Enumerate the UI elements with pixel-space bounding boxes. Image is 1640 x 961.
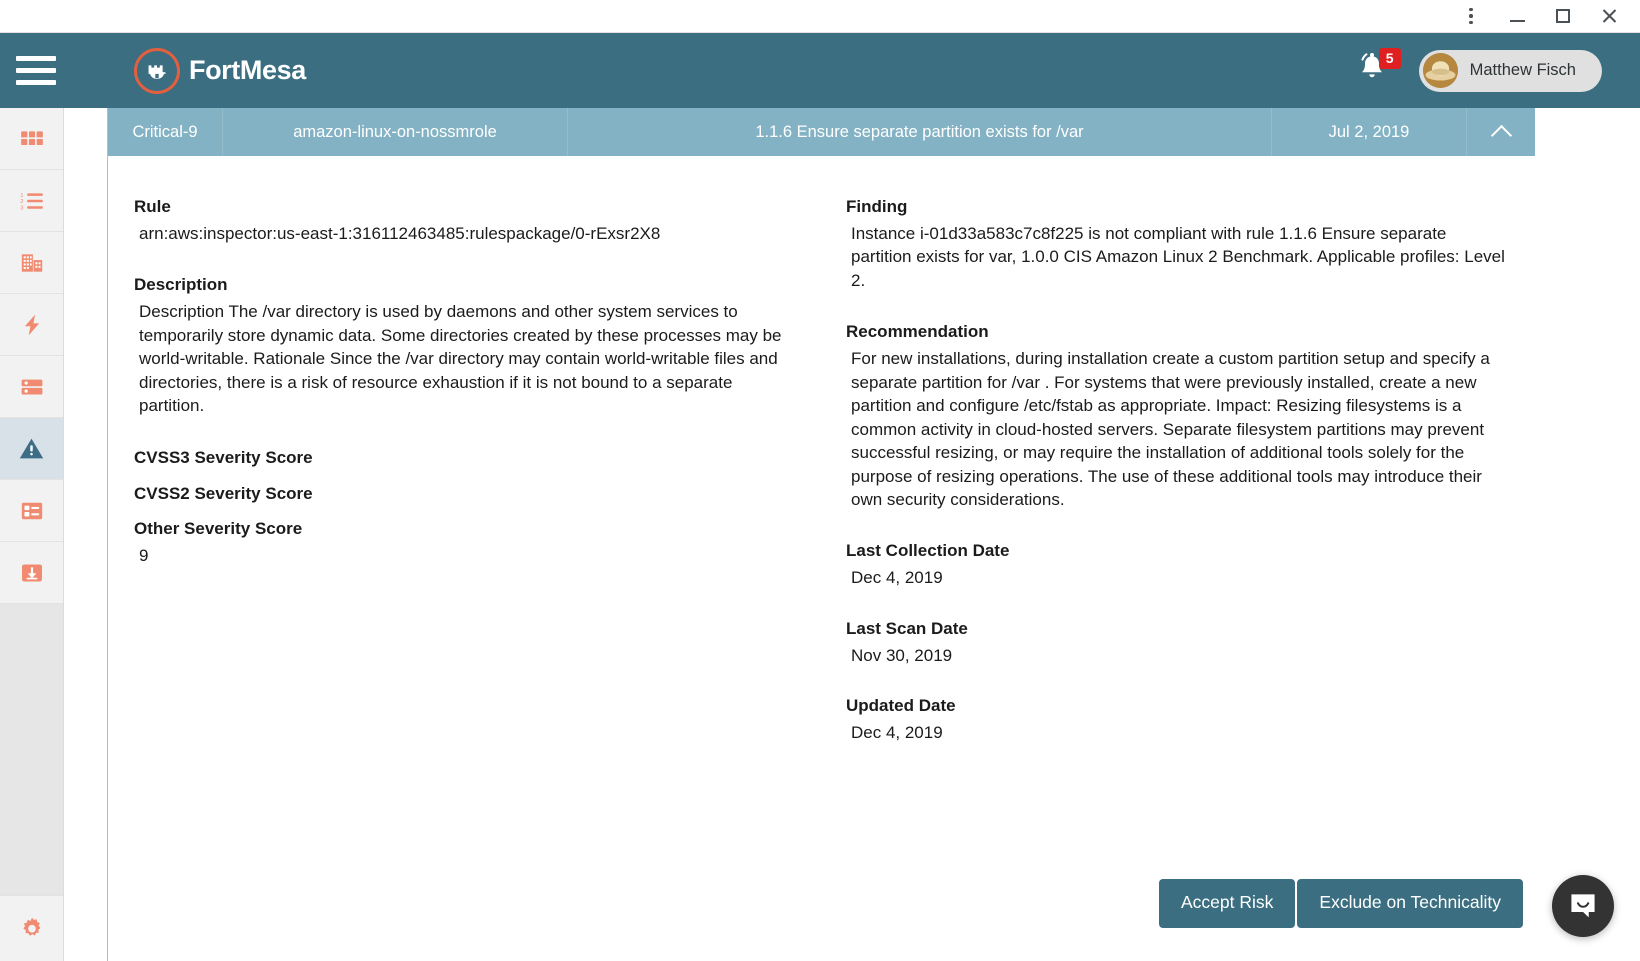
download-box-icon <box>21 564 42 581</box>
field-other-severity-value: 9 <box>139 546 149 566</box>
detail-columns: Rule arn:aws:inspector:us-east-1:3161124… <box>108 176 1533 773</box>
svg-text:3: 3 <box>20 205 23 211</box>
header-actions: 5 Matthew Fisch <box>1355 47 1640 92</box>
field-rule-label: Rule <box>134 197 171 216</box>
brand-logo[interactable]: FortMesa <box>134 47 306 94</box>
chevron-up-icon <box>1490 124 1512 146</box>
app-header: FortMesa 5 Matthew Fisch <box>0 33 1640 108</box>
sidebar-item-tasks[interactable]: 1 2 3 <box>0 170 63 232</box>
field-cvss2: CVSS2 Severity Score <box>134 483 796 506</box>
chat-launcher-button[interactable] <box>1552 875 1614 937</box>
field-last-collection-date-label: Last Collection Date <box>846 541 1010 561</box>
field-rule-value: arn:aws:inspector:us-east-1:316112463485… <box>139 223 661 243</box>
sidebar-item-assessments[interactable] <box>0 480 63 542</box>
hamburger-menu-button[interactable] <box>0 33 72 108</box>
summary-asset: amazon-linux-on-nossmrole <box>223 108 568 156</box>
sidebar-nav: 1 2 3 <box>0 108 64 961</box>
field-other-severity-label: Other Severity Score <box>134 519 303 539</box>
field-description-label: Description <box>134 275 228 295</box>
field-other-severity: Other Severity Score 9 <box>134 518 796 567</box>
svg-text:2: 2 <box>20 199 23 205</box>
application-window: FortMesa 5 Matthew Fisch 1 2 3 Critical-… <box>0 0 1640 961</box>
kebab-menu-icon <box>1469 7 1473 25</box>
field-description-value: Description The /var directory is used b… <box>139 302 782 416</box>
field-cvss2-label: CVSS2 Severity Score <box>134 483 313 503</box>
field-rule: Rule arn:aws:inspector:us-east-1:3161124… <box>134 196 796 245</box>
summary-severity: Critical-9 <box>108 108 223 156</box>
user-menu-button[interactable]: Matthew Fisch <box>1418 49 1602 92</box>
maximize-icon <box>1556 9 1570 23</box>
field-description: Description Description The /var directo… <box>134 274 796 417</box>
field-updated-date: Updated Date Dec 4, 2019 <box>846 695 1508 744</box>
field-recommendation: Recommendation For new installations, du… <box>846 321 1508 511</box>
ordered-list-icon: 1 2 3 <box>20 192 43 211</box>
field-last-collection-date-value: Dec 4, 2019 <box>851 568 943 588</box>
gear-icon <box>22 917 41 936</box>
window-menu-button[interactable] <box>1448 0 1494 32</box>
exclude-on-technicality-button[interactable]: Exclude on Technicality <box>1297 879 1523 928</box>
window-close-button[interactable] <box>1586 0 1632 32</box>
fort-tower-icon <box>134 47 180 94</box>
field-last-collection-date: Last Collection Date Dec 4, 2019 <box>846 540 1508 589</box>
window-maximize-button[interactable] <box>1540 0 1586 32</box>
brand-name: FortMesa <box>189 55 306 85</box>
detail-column-left: Rule arn:aws:inspector:us-east-1:3161124… <box>108 176 820 773</box>
action-bar: Accept Risk Exclude on Technicality <box>1159 879 1523 928</box>
detail-column-right: Finding Instance i-01d33a583c7c8f225 is … <box>820 176 1532 773</box>
user-name: Matthew Fisch <box>1469 61 1576 79</box>
field-cvss3-label: CVSS3 Severity Score <box>134 447 313 467</box>
collapse-toggle-button[interactable] <box>1467 108 1535 156</box>
finding-summary-bar[interactable]: Critical-9 amazon-linux-on-nossmrole 1.1… <box>108 108 1535 156</box>
lightning-bolt-icon <box>24 314 39 335</box>
svg-text:1: 1 <box>20 192 23 198</box>
sidebar-item-downloads[interactable] <box>0 542 63 604</box>
field-finding-value: Instance i-01d33a583c7c8f225 is not comp… <box>851 223 1505 290</box>
warning-triangle-icon <box>19 438 44 459</box>
sidebar-item-activity[interactable] <box>0 294 63 356</box>
notifications-button[interactable]: 5 <box>1355 47 1401 92</box>
accept-risk-button[interactable]: Accept Risk <box>1159 879 1296 928</box>
field-recommendation-value: For new installations, during installati… <box>851 349 1490 509</box>
content-gutter <box>64 108 107 961</box>
field-updated-date-value: Dec 4, 2019 <box>851 723 943 743</box>
dashboard-grid-icon <box>20 130 43 145</box>
field-last-scan-date: Last Scan Date Nov 30, 2019 <box>846 618 1508 667</box>
close-icon <box>1601 8 1617 24</box>
summary-date: Jul 2, 2019 <box>1272 108 1467 156</box>
field-finding: Finding Instance i-01d33a583c7c8f225 is … <box>846 196 1508 292</box>
window-titlebar <box>0 0 1640 33</box>
notification-badge: 5 <box>1378 47 1401 69</box>
sidebar-item-dashboard[interactable] <box>0 108 63 170</box>
window-minimize-button[interactable] <box>1494 0 1540 32</box>
avatar <box>1422 53 1458 88</box>
field-last-scan-date-label: Last Scan Date <box>846 618 968 638</box>
sidebar-item-organizations[interactable] <box>0 232 63 294</box>
sidebar-spacer <box>0 604 63 895</box>
chat-bubble-icon <box>1571 894 1595 918</box>
summary-rule-title: 1.1.6 Ensure separate partition exists f… <box>568 108 1272 156</box>
field-updated-date-label: Updated Date <box>846 696 956 716</box>
building-icon <box>21 253 42 272</box>
sidebar-item-vulnerabilities[interactable] <box>0 418 63 480</box>
server-icon <box>21 379 42 394</box>
minimize-icon <box>1509 19 1525 22</box>
field-cvss3: CVSS3 Severity Score <box>134 447 796 470</box>
sidebar-item-assets[interactable] <box>0 356 63 418</box>
sidebar-item-settings[interactable] <box>0 895 63 961</box>
checklist-icon <box>21 502 42 519</box>
field-recommendation-label: Recommendation <box>846 322 989 342</box>
field-last-scan-date-value: Nov 30, 2019 <box>851 645 953 665</box>
field-finding-label: Finding <box>846 197 908 216</box>
